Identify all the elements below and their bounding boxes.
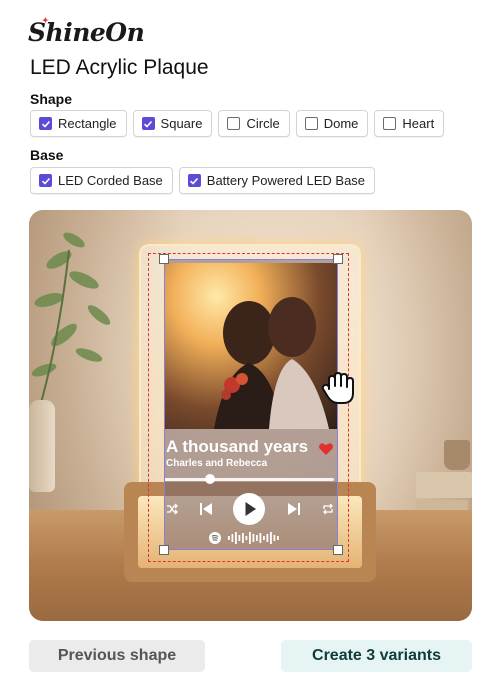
- cup: [444, 440, 470, 470]
- resize-handle-bottom-left[interactable]: [159, 545, 169, 555]
- shape-option-rectangle[interactable]: Rectangle: [30, 110, 127, 137]
- base-label: Base: [30, 147, 64, 163]
- product-title: LED Acrylic Plaque: [30, 56, 209, 79]
- checkbox-checked-icon[interactable]: [141, 117, 155, 130]
- shape-option-dome[interactable]: Dome: [295, 110, 369, 137]
- vase: [29, 400, 55, 492]
- shape-label: Shape: [30, 91, 73, 107]
- checkbox-empty-icon[interactable]: [383, 117, 397, 130]
- resize-handle-top-left[interactable]: [159, 254, 169, 264]
- checkbox-empty-icon[interactable]: [227, 117, 241, 130]
- checkbox-checked-icon[interactable]: [187, 174, 201, 187]
- resize-handle-top-right[interactable]: [333, 254, 343, 264]
- create-variants-button[interactable]: Create 3 variants: [281, 640, 472, 672]
- previous-shape-button[interactable]: Previous shape: [29, 640, 205, 672]
- shape-options: Rectangle Square Circle Dome Heart: [30, 110, 445, 137]
- book: [416, 472, 472, 498]
- product-preview-image: A thousand years Charles and Rebecca: [29, 210, 472, 621]
- shape-option-square[interactable]: Square: [132, 110, 213, 137]
- base-option-led-corded[interactable]: LED Corded Base: [30, 167, 173, 194]
- checkbox-checked-icon[interactable]: [39, 117, 52, 130]
- checkbox-empty-icon[interactable]: [304, 117, 318, 130]
- checkbox-checked-icon[interactable]: [39, 174, 52, 187]
- shape-option-circle[interactable]: Circle: [218, 110, 290, 137]
- selection-box[interactable]: [164, 259, 338, 550]
- base-option-battery-powered[interactable]: Battery Powered LED Base: [178, 167, 376, 194]
- base-options: LED Corded Base Battery Powered LED Base: [30, 167, 376, 194]
- shineon-logo: ShineOn ✦: [28, 15, 145, 47]
- logo-star-icon: ✦: [42, 15, 49, 25]
- plant-leaves: [31, 232, 111, 411]
- shape-option-heart[interactable]: Heart: [374, 110, 445, 137]
- resize-handle-bottom-right[interactable]: [333, 545, 343, 555]
- hand-cursor-icon: [321, 372, 354, 404]
